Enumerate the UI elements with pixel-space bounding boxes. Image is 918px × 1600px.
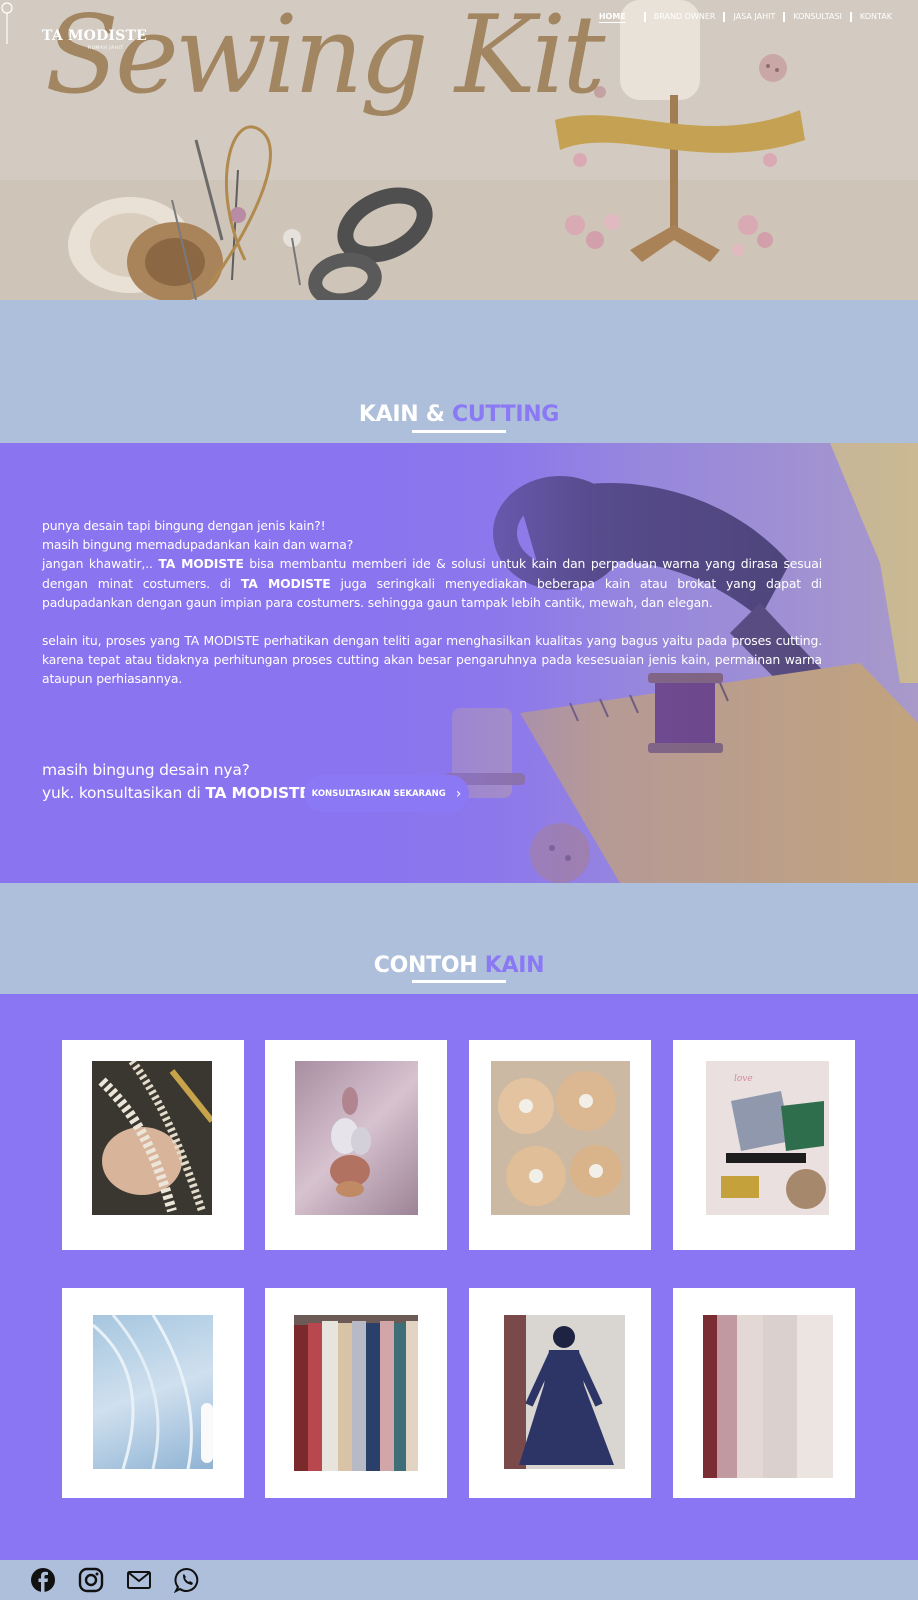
text-line: masih bingung memadupadankan kain dan wa… [42,537,354,553]
title-purple-part: KAIN [484,953,545,978]
cta-question: masih bingung desain nya? yuk. konsultas… [42,759,310,805]
brand-logo-text[interactable]: TA MODISTE [42,28,147,44]
pearl-lace-photo [92,1061,212,1215]
navy-gown-photo [504,1315,625,1469]
text-line: punya desain tapi bingung dengan jenis k… [42,518,326,533]
social-footer [0,1560,918,1600]
svg-text:love: love [734,1074,753,1084]
gallery-card[interactable] [469,1288,651,1498]
title-white-part: CONTOH [373,953,478,978]
nav-konsultasi[interactable]: KONSULTASI [785,11,850,23]
gallery-card[interactable] [265,1040,447,1250]
light-blue-glitter-tulle-photo [93,1315,213,1469]
brand-emphasis: TA MODISTE [205,784,310,802]
section-title-contoh-kain: CONTOH KAIN [0,953,918,978]
text-paragraph: jangan khawatir,.. TA MODISTE bisa memba… [42,554,822,612]
fabric-rolls-photo [294,1315,418,1471]
text-span: jangan khawatir,.. [42,556,159,572]
brand-emphasis: TA MODISTE [158,556,244,572]
title-underline [412,430,506,433]
gallery-card[interactable] [62,1288,244,1498]
instagram-icon[interactable] [78,1567,104,1593]
kain-description: punya desain tapi bingung dengan jenis k… [42,516,822,689]
flower-pearl-applique-photo [491,1061,630,1215]
needle-logo-icon [1,2,13,44]
facebook-icon[interactable] [30,1567,56,1593]
fabric-gallery: love [0,994,918,1560]
brand-emphasis: TA MODISTE [240,575,331,591]
hero-script-title: Sewing Kit [45,0,606,118]
nav-kontak[interactable]: KONTAK [852,11,900,23]
section-title-kain-cutting: KAIN & CUTTING [0,402,918,427]
text-span: yuk. konsultasikan di [42,784,206,802]
text-paragraph: selain itu, proses yang TA MODISTE perha… [42,633,822,687]
mail-icon[interactable] [126,1567,152,1593]
title-white-part: KAIN & [358,402,445,427]
button-label: KONSULTASIKAN SEKARANG [311,788,446,799]
cta-line: masih bingung desain nya? [42,761,250,779]
chevron-right-icon: › [455,785,462,802]
sequin-fabric-photo [703,1315,833,1478]
custom-mask-promo-photo: love [706,1061,829,1215]
kain-cutting-section: punya desain tapi bingung dengan jenis k… [0,443,918,883]
hero-banner: Sewing Kit TA MODISTE RUMAH JAHIT HOME B… [0,0,918,300]
konsultasi-button[interactable]: KONSULTASIKAN SEKARANG › [304,775,469,812]
nav-jasa-jahit[interactable]: JASA JAHIT [725,11,783,23]
gallery-card[interactable]: love [673,1040,855,1250]
gallery-card[interactable] [673,1288,855,1498]
title-purple-part: CUTTING [451,402,560,427]
crystal-applique-photo [295,1061,418,1215]
gallery-card[interactable] [469,1040,651,1250]
nav-home[interactable]: HOME [591,11,634,23]
gallery-card[interactable] [265,1288,447,1498]
sewing-kit-illustration: Sewing Kit [0,0,918,300]
gallery-card[interactable] [62,1040,244,1250]
main-nav: HOME BRAND OWNER JASA JAHIT KONSULTASI K… [591,11,900,23]
section-title-band: CONTOH KAIN [0,883,918,994]
whatsapp-icon[interactable] [174,1567,200,1593]
brand-tagline: RUMAH JAHIT [88,46,124,51]
cta-line: yuk. konsultasikan di TA MODISTE [42,782,310,805]
title-underline [412,980,506,983]
section-title-band: KAIN & CUTTING [0,300,918,443]
nav-brand-owner[interactable]: BRAND OWNER [646,11,724,23]
